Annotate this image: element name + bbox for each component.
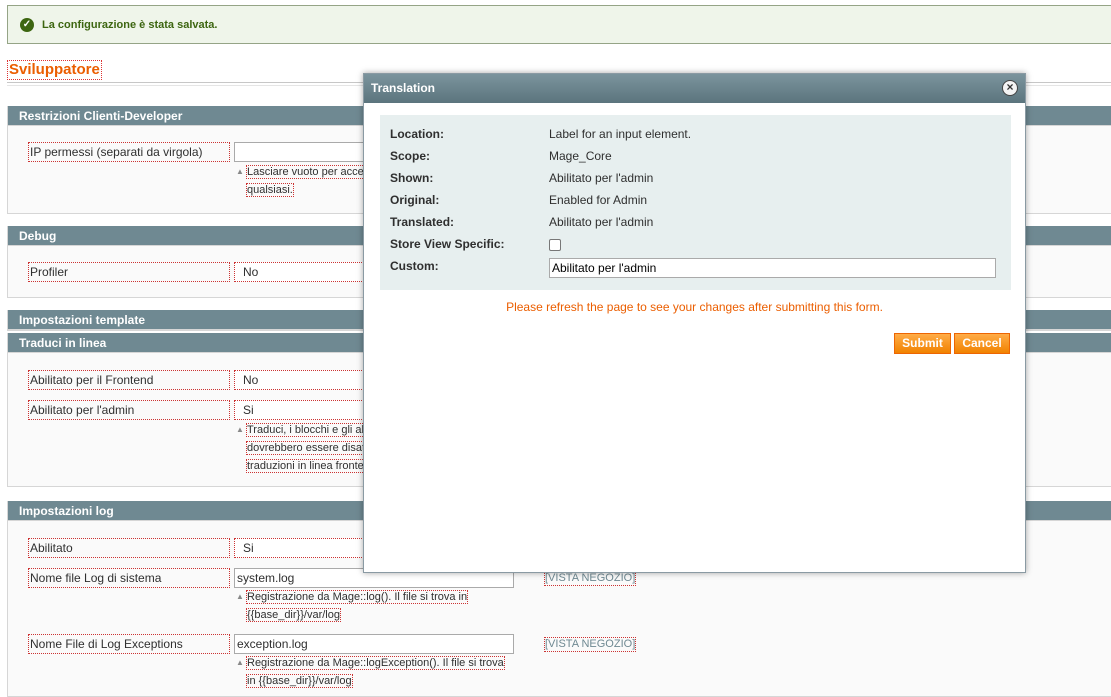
admin-enabled-label: Abilitato per l'admin bbox=[28, 400, 230, 420]
log-enabled-label: Abilitato bbox=[28, 538, 230, 558]
system-log-hint: ▲ Registrazione da Mage::log(). Il file … bbox=[234, 588, 514, 624]
page-title: Sviluppatore bbox=[7, 60, 102, 80]
hint-arrow-icon: ▲ bbox=[236, 167, 244, 176]
exception-log-label: Nome File di Log Exceptions bbox=[28, 634, 230, 654]
custom-row: Custom: bbox=[390, 256, 1000, 278]
translated-row: Translated: Abilitato per l'admin bbox=[390, 212, 1000, 232]
system-log-scope: [VISTA NEGOZIO] bbox=[544, 571, 637, 586]
cancel-button[interactable]: Cancel bbox=[954, 333, 1010, 354]
hint-arrow-icon: ▲ bbox=[236, 425, 244, 434]
original-row: Original: Enabled for Admin bbox=[390, 190, 1000, 210]
location-value: Label for an input element. bbox=[549, 127, 692, 141]
check-icon: ✓ bbox=[20, 17, 34, 32]
store-view-row: Store View Specific: bbox=[390, 234, 1000, 254]
dialog-title: Translation bbox=[371, 81, 436, 95]
success-message-text: La configurazione è stata salvata. bbox=[42, 18, 218, 31]
hint-arrow-icon: ▲ bbox=[236, 658, 244, 667]
exception-log-scope: [VISTA NEGOZIO] bbox=[544, 637, 637, 652]
custom-translation-input[interactable] bbox=[549, 258, 996, 278]
translation-info-box: Location: Label for an input element. Sc… bbox=[380, 115, 1011, 290]
exception-log-input[interactable]: exception.log bbox=[234, 634, 514, 654]
scope-row: Scope: Mage_Core bbox=[390, 146, 1000, 166]
profiler-label: Profiler bbox=[28, 262, 230, 282]
scope-value: Mage_Core bbox=[549, 149, 612, 163]
translated-value: Abilitato per l'admin bbox=[549, 215, 654, 229]
submit-button[interactable]: Submit bbox=[894, 333, 951, 354]
refresh-note: Please refresh the page to see your chan… bbox=[506, 300, 883, 314]
close-icon[interactable]: × bbox=[1002, 80, 1018, 96]
store-view-specific-checkbox[interactable] bbox=[549, 239, 561, 251]
hint-arrow-icon: ▲ bbox=[236, 592, 244, 601]
location-row: Location: Label for an input element. bbox=[390, 124, 1000, 144]
ip-permitted-label: IP permessi (separati da virgola) bbox=[28, 142, 230, 162]
shown-row: Shown: Abilitato per l'admin bbox=[390, 168, 1000, 188]
shown-value: Abilitato per l'admin bbox=[549, 171, 654, 185]
exception-log-hint: ▲ Registrazione da Mage::logException().… bbox=[234, 654, 514, 690]
original-value: Enabled for Admin bbox=[549, 193, 648, 207]
dialog-header[interactable]: Translation × bbox=[364, 74, 1025, 103]
success-message: ✓ La configurazione è stata salvata. bbox=[7, 5, 1111, 44]
frontend-enabled-label: Abilitato per il Frontend bbox=[28, 370, 230, 390]
translation-dialog: Translation × Location: Label for an inp… bbox=[363, 73, 1026, 573]
system-log-label: Nome file Log di sistema bbox=[28, 568, 230, 588]
